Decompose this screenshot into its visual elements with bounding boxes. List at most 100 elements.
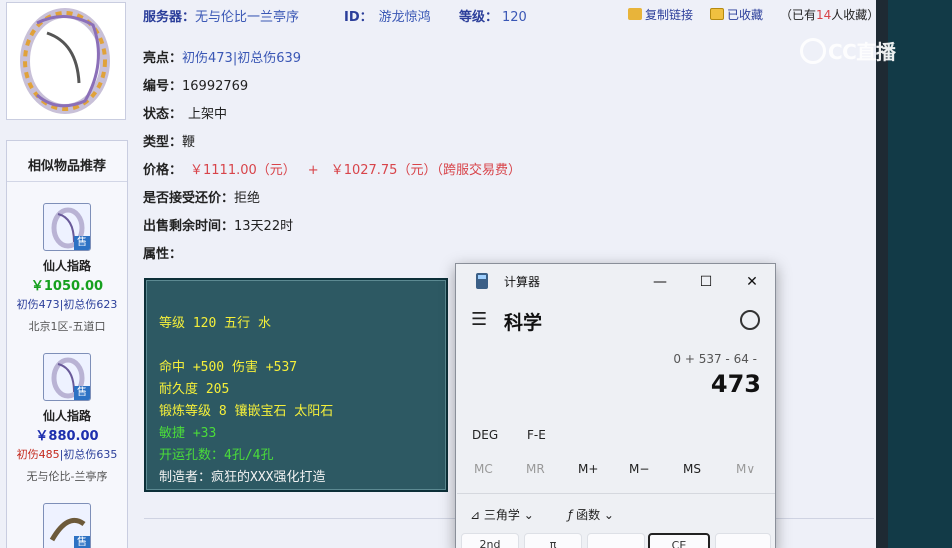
price-fee: ￥1027.75（元）（跨服交易费） xyxy=(330,163,521,178)
seller-id: ID： 游龙惊鸿 xyxy=(344,6,431,25)
server-value: 无与伦比一兰亭序 xyxy=(195,10,300,25)
trigonometry-dropdown[interactable]: ⊿ 三角学 ⌄ xyxy=(470,506,534,523)
clear-entry-key[interactable]: CE xyxy=(648,533,710,548)
attributes-row: 属性： xyxy=(143,243,182,262)
recommend-item-stats: 初伤485|初总伤635 xyxy=(7,446,127,462)
info-agility: 敏捷 +33 xyxy=(159,426,217,441)
bargain-row: 是否接受还价：拒绝 xyxy=(143,187,260,206)
memory-subtract-button[interactable]: M− xyxy=(629,462,649,476)
status-value: 上架中 xyxy=(188,107,228,122)
function-label: 函数 xyxy=(576,508,601,522)
favorite-count-number: 14 xyxy=(816,8,832,22)
copy-link-button[interactable]: 复制链接 xyxy=(628,6,693,23)
bargain-value: 拒绝 xyxy=(234,191,261,206)
item-attribute-box: 等级 120 五行 水 命中 +500 伤害 +537 耐久度 205 锻炼等级… xyxy=(144,278,448,492)
calculator-display: 473 xyxy=(710,370,761,398)
level-value: 120 xyxy=(502,10,527,25)
triangle-ruler-icon: ⊿ xyxy=(470,508,481,522)
recommend-divider xyxy=(7,181,127,182)
stat-initial-damage: 初伤473 xyxy=(16,298,60,311)
favorite-count-suffix: 人收藏） xyxy=(831,8,880,22)
favorite-button[interactable]: 已收藏 xyxy=(710,6,763,23)
bargain-label: 是否接受还价： xyxy=(143,191,235,206)
price-row: 价格： ￥1111.00（元） + ￥1027.75（元）（跨服交易费） xyxy=(143,159,521,178)
second-function-key[interactable]: 2nd xyxy=(461,533,519,548)
chevron-down-icon: ⌄ xyxy=(603,508,614,522)
deg-toggle[interactable]: DEG xyxy=(472,428,498,442)
minimize-button[interactable]: — xyxy=(637,268,683,296)
info-level-element: 等级 120 五行 水 xyxy=(159,316,271,331)
recommend-item-price: ￥880.00 xyxy=(35,429,99,444)
euler-key[interactable] xyxy=(587,533,645,548)
backspace-key[interactable] xyxy=(715,533,771,548)
stat-initial-damage: 初伤485 xyxy=(16,448,60,461)
fe-toggle[interactable]: F-E xyxy=(527,428,546,442)
item-image xyxy=(6,2,126,120)
type-value: 鞭 xyxy=(182,135,196,150)
calculator-app-icon xyxy=(476,273,488,289)
trigonometry-label: 三角学 xyxy=(483,508,520,522)
id-value: 游龙惊鸿 xyxy=(378,10,431,25)
history-icon[interactable] xyxy=(740,310,760,330)
calculator-expression: 0 + 537 - 64 - xyxy=(673,352,757,366)
level-info: 等级： 120 xyxy=(459,6,527,25)
copy-link-label: 复制链接 xyxy=(645,8,694,22)
highlight-row: 亮点：初伤473|初总伤639 xyxy=(143,47,301,66)
recommend-item-thumbnail[interactable]: 售 xyxy=(43,203,91,251)
maximize-button[interactable]: ☐ xyxy=(683,268,729,296)
recommend-item-server: 无与伦比-兰亭序 xyxy=(26,470,108,483)
number-value: 16992769 xyxy=(182,79,249,94)
recommend-item-stats: 初伤473|初总伤623 xyxy=(7,296,127,312)
favorite-count-prefix: （已有 xyxy=(780,8,817,22)
level-label: 等级： xyxy=(459,10,499,25)
stat-total-damage: 初总伤623 xyxy=(63,298,118,311)
recommend-item-thumbnail[interactable]: 售 xyxy=(43,353,91,401)
cc-live-watermark: CC直播 xyxy=(800,36,896,65)
calculator-title: 计算器 xyxy=(504,275,541,289)
recommend-item-name[interactable]: 仙人指路 xyxy=(7,257,127,274)
type-label: 类型： xyxy=(143,135,183,150)
watermark-text: CC直播 xyxy=(828,40,896,64)
recommend-item-thumbnail[interactable]: 售 xyxy=(43,503,91,548)
recommend-panel: 相似物品推荐 售 仙人指路 ￥1050.00 初伤473|初总伤623 北京1区… xyxy=(6,140,128,548)
memory-add-button[interactable]: M+ xyxy=(578,462,598,476)
whip-illustration xyxy=(20,8,110,114)
price-label: 价格： xyxy=(143,163,183,178)
recommend-title: 相似物品推荐 xyxy=(27,159,106,174)
sell-badge: 售 xyxy=(74,536,90,548)
sell-badge: 售 xyxy=(74,386,90,400)
recommend-item-name[interactable]: 仙人指路 xyxy=(7,407,127,424)
status-label: 状态： xyxy=(143,107,183,122)
remaining-time-row: 出售剩余时间：13天22时 xyxy=(143,215,293,234)
recommend-item-server: 北京1区-五道口 xyxy=(28,320,106,333)
memory-clear-button[interactable]: MC xyxy=(474,462,493,476)
info-forge-gem: 锻炼等级 8 镶嵌宝石 太阳石 xyxy=(159,404,334,419)
favorite-label: 已收藏 xyxy=(727,8,764,22)
memory-list-button[interactable]: M∨ xyxy=(736,462,755,476)
favorite-count: （已有14人收藏） xyxy=(780,6,879,23)
hamburger-menu-icon[interactable]: ☰ xyxy=(471,309,487,330)
calculator-window[interactable]: 计算器 — ☐ ✕ ☰ 科学 0 + 537 - 64 - 473 DEG F-… xyxy=(455,263,776,548)
type-row: 类型：鞭 xyxy=(143,131,195,150)
calculator-separator xyxy=(457,493,775,494)
remaining-label: 出售剩余时间： xyxy=(143,219,235,234)
function-icon: ƒ xyxy=(568,508,573,522)
calculator-mode-title: 科学 xyxy=(504,312,543,334)
copy-link-icon xyxy=(628,8,642,20)
price-plus: + xyxy=(307,163,319,178)
chevron-down-icon: ⌄ xyxy=(523,508,534,522)
cc-logo-icon xyxy=(800,38,826,64)
highlight-value: 初伤473|初总伤639 xyxy=(182,51,302,66)
remaining-value: 13天22时 xyxy=(234,219,294,234)
right-edge-border xyxy=(876,0,888,548)
number-row: 编号：16992769 xyxy=(143,75,248,94)
pi-key[interactable]: π xyxy=(524,533,582,548)
recommend-item-price: ￥1050.00 xyxy=(30,279,104,294)
memory-store-button[interactable]: MS xyxy=(683,462,701,476)
server-label: 服务器： xyxy=(143,10,196,25)
close-button[interactable]: ✕ xyxy=(729,268,775,296)
attributes-label: 属性： xyxy=(143,247,183,262)
memory-recall-button[interactable]: MR xyxy=(526,462,545,476)
stat-total-damage: 初总伤635 xyxy=(63,448,118,461)
function-dropdown[interactable]: ƒ 函数 ⌄ xyxy=(568,506,614,523)
